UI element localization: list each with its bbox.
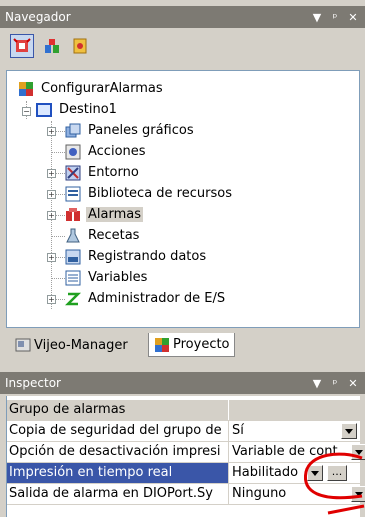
close-icon[interactable]: ✕: [347, 377, 359, 390]
tree-root[interactable]: ConfigurarAlarmas: [17, 79, 165, 98]
alarm-bell-icon: [64, 207, 82, 223]
tree-item-biblioteca[interactable]: Biblioteca de recursos: [64, 184, 234, 203]
tree-target[interactable]: Destino1: [35, 100, 119, 119]
expand-toggle[interactable]: +: [47, 190, 56, 199]
tree-item-paneles[interactable]: Paneles gráficos: [64, 121, 196, 140]
data-log-icon: [64, 249, 82, 265]
dropdown-arrow-icon[interactable]: ▼: [311, 11, 323, 24]
navigator-title: Navegador: [5, 10, 71, 24]
property-name: Opción de desactivación impresi: [7, 442, 229, 462]
tab-vijeo-manager[interactable]: Vijeo-Manager: [10, 333, 132, 357]
manager-icon: [14, 337, 32, 353]
expand-toggle[interactable]: +: [47, 169, 56, 178]
project-icon: [17, 81, 35, 97]
close-icon[interactable]: ✕: [347, 11, 359, 24]
pin-icon[interactable]: ᵖ: [329, 377, 341, 390]
recipes-icon: [64, 228, 82, 244]
target-icon: [35, 102, 53, 118]
tree-item-administrador[interactable]: Administrador de E/S: [64, 289, 227, 308]
property-name: Salida de alarma en DIOPort.Sy: [7, 484, 229, 504]
expand-toggle[interactable]: +: [47, 211, 56, 220]
alarm-icon[interactable]: [10, 34, 34, 58]
tree-item-entorno[interactable]: Entorno: [64, 163, 141, 182]
library-icon: [64, 186, 82, 202]
navigator-toolbar: [6, 30, 360, 66]
tree-item-acciones[interactable]: Acciones: [64, 142, 148, 161]
chevron-down-icon[interactable]: [341, 423, 357, 439]
project-tree-icon[interactable]: [40, 34, 64, 58]
tab-proyecto[interactable]: Proyecto: [148, 333, 235, 357]
annotation-highlight-circle: [303, 452, 365, 515]
environment-icon: [64, 165, 82, 181]
property-name: Copia de seguridad del grupo de: [7, 421, 229, 441]
variables-icon: [64, 270, 82, 286]
tree-item-registrando[interactable]: Registrando datos: [64, 247, 208, 266]
expand-toggle[interactable]: +: [47, 295, 56, 304]
inspector-title-bar: Inspector ▼ ᵖ ✕: [0, 372, 365, 394]
tree-item-variables[interactable]: Variables: [64, 268, 149, 287]
pin-icon[interactable]: ᵖ: [329, 11, 341, 24]
navigator-title-bar: Navegador ▼ ᵖ ✕: [0, 6, 365, 28]
expand-toggle[interactable]: +: [47, 253, 56, 262]
actions-icon: [64, 144, 82, 160]
tree-item-recetas[interactable]: Recetas: [64, 226, 141, 245]
project-icon: [153, 337, 171, 353]
expand-toggle[interactable]: +: [47, 127, 56, 136]
panels-icon: [64, 123, 82, 139]
resources-icon[interactable]: [68, 34, 92, 58]
tree-item-alarmas[interactable]: Alarmas: [64, 205, 143, 224]
property-name: Impresión en tiempo real: [7, 463, 229, 483]
io-manager-icon: [64, 291, 82, 307]
property-group-header: Grupo de alarmas: [7, 400, 361, 421]
collapse-toggle[interactable]: −: [22, 107, 31, 116]
property-row[interactable]: Copia de seguridad del grupo de Sí: [7, 421, 361, 442]
project-tree: ConfigurarAlarmas − Destino1 + Paneles g…: [6, 70, 360, 328]
navigator-tabs: Vijeo-Manager Proyecto: [6, 330, 360, 360]
dropdown-arrow-icon[interactable]: ▼: [311, 377, 323, 390]
inspector-title: Inspector: [5, 376, 61, 390]
